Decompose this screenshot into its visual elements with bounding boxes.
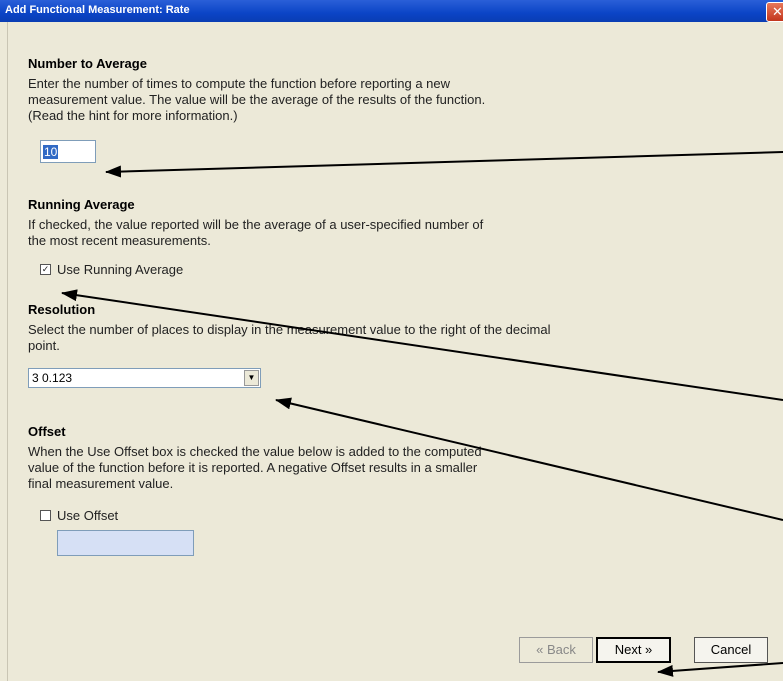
annotation-arrow-2 xyxy=(61,289,783,401)
annotation-arrow-3 xyxy=(275,397,783,521)
annotation-arrow-1 xyxy=(105,151,783,178)
annotation-arrows xyxy=(61,151,783,677)
annotation-arrow-4 xyxy=(657,662,783,677)
